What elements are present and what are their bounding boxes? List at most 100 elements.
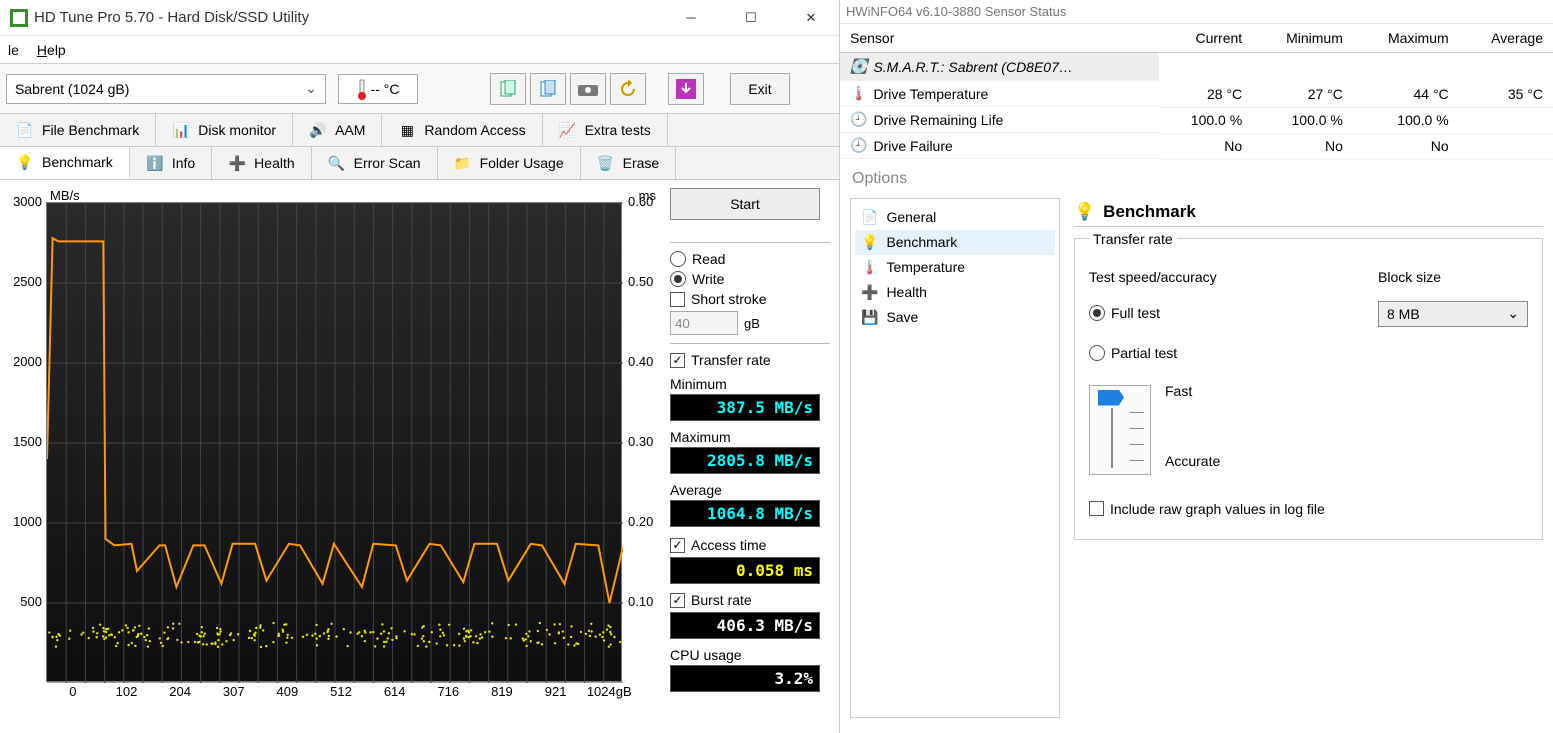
sensor-group[interactable]: 💽 S.M.A.R.T.: Sabrent (CD8E07…: [840, 53, 1553, 82]
x-axis: 01022043074095126147168199211024gB: [46, 684, 636, 708]
tab-random-access[interactable]: ▦Random Access: [382, 114, 542, 146]
thermometer-icon: 🌡️: [861, 259, 878, 276]
chevron-down-icon: ⌄: [1507, 305, 1519, 322]
tab-disk-monitor[interactable]: 📊Disk monitor: [156, 114, 293, 146]
screenshot-button[interactable]: [570, 73, 606, 105]
page-icon: 📄: [861, 209, 878, 226]
options-heading: Options: [840, 160, 1553, 198]
col-current[interactable]: Current: [1159, 24, 1253, 53]
fieldset-legend: Transfer rate: [1089, 231, 1177, 247]
transfer-rate-check[interactable]: Transfer rate: [670, 352, 830, 368]
copy-info-button[interactable]: [490, 73, 526, 105]
short-stroke-check[interactable]: Short stroke: [670, 291, 830, 307]
scan-icon: 🔍: [328, 154, 346, 172]
clock-icon: 🕘: [850, 111, 867, 128]
slider-fast-label: Fast: [1165, 383, 1220, 399]
avg-value: 1064.8 MB/s: [670, 500, 820, 527]
cpu-label: CPU usage: [670, 647, 830, 663]
tree-health[interactable]: ➕Health: [855, 280, 1055, 305]
toolbar: Sabrent (1024 gB) ⌄ -- °C Exit: [0, 64, 839, 114]
copy-screenshot-button[interactable]: [530, 73, 566, 105]
mode-write[interactable]: Write: [670, 271, 830, 287]
close-button[interactable]: ✕: [793, 3, 829, 33]
panel-title: Benchmark: [1103, 202, 1196, 222]
short-stroke-spin[interactable]: gB: [670, 311, 830, 335]
include-raw-check[interactable]: Include raw graph values in log file: [1089, 501, 1528, 517]
min-value: 387.5 MB/s: [670, 394, 820, 421]
minimize-button[interactable]: ─: [673, 3, 709, 33]
tree-temperature[interactable]: 🌡️Temperature: [855, 255, 1055, 280]
temperature-display: -- °C: [338, 74, 418, 104]
app-icon: [10, 9, 28, 27]
folder-icon: 📁: [454, 154, 472, 172]
burst-rate-check[interactable]: Burst rate: [670, 592, 830, 608]
row-drive-temperature[interactable]: 🌡️Drive Temperature 28 °C27 °C44 °C35 °C: [840, 81, 1553, 107]
burst-value: 406.3 MB/s: [670, 612, 820, 639]
exit-button[interactable]: Exit: [730, 73, 790, 105]
speaker-icon: 🔊: [309, 121, 327, 139]
transfer-rate-fieldset: Transfer rate Test speed/accuracy Full t…: [1074, 231, 1543, 540]
opt-full-test[interactable]: Full test: [1089, 305, 1338, 321]
trash-icon: 🗑️: [597, 154, 615, 172]
mode-read[interactable]: Read: [670, 251, 830, 267]
tab-health[interactable]: ➕Health: [212, 147, 311, 179]
tab-erase[interactable]: 🗑️Erase: [581, 147, 677, 179]
options-panel: 💡 Benchmark Transfer rate Test speed/accu…: [1074, 198, 1543, 718]
tab-aam[interactable]: 🔊AAM: [293, 114, 382, 146]
min-label: Minimum: [670, 376, 830, 392]
bulb-icon: 💡: [861, 234, 878, 251]
y-axis-right: 0.600.500.400.300.200.10: [624, 202, 666, 682]
y-left-unit: MB/s: [50, 188, 80, 203]
cpu-value: 3.2%: [670, 665, 820, 692]
tab-extra-tests[interactable]: 📈Extra tests: [543, 114, 668, 146]
access-value: 0.058 ms: [670, 557, 820, 584]
bulb-icon: 💡: [1074, 202, 1095, 222]
maximize-button[interactable]: ☐: [733, 3, 769, 33]
col-minimum[interactable]: Minimum: [1252, 24, 1353, 53]
tab-error-scan[interactable]: 🔍Error Scan: [312, 147, 438, 179]
menubar: le Help: [0, 36, 839, 64]
start-button[interactable]: Start: [670, 188, 820, 220]
menu-help[interactable]: Help: [37, 42, 66, 58]
row-drive-failure[interactable]: 🕘Drive Failure NoNoNo: [840, 133, 1553, 159]
max-value: 2805.8 MB/s: [670, 447, 820, 474]
opt-partial-test[interactable]: Partial test: [1089, 345, 1338, 361]
tab-folder-usage[interactable]: 📁Folder Usage: [438, 147, 581, 179]
tab-benchmark[interactable]: 💡Benchmark: [0, 147, 130, 179]
access-time-check[interactable]: Access time: [670, 537, 830, 553]
y-axis-left: 30002500200015001000500: [6, 202, 46, 682]
col-sensor[interactable]: Sensor: [840, 24, 1159, 53]
clock-icon: 🕘: [850, 137, 867, 154]
tab-file-benchmark[interactable]: 📄File Benchmark: [0, 114, 156, 146]
menu-file[interactable]: le: [8, 42, 19, 58]
drive-select[interactable]: Sabrent (1024 gB) ⌄: [6, 74, 326, 104]
save-icon: 💾: [861, 309, 878, 326]
tab-info[interactable]: ℹ️Info: [130, 147, 212, 179]
block-size-select[interactable]: 8 MB ⌄: [1378, 301, 1528, 327]
block-label: Block size: [1378, 269, 1528, 285]
drive-icon: 💽: [850, 58, 867, 75]
options-body: 📄General 💡Benchmark 🌡️Temperature ➕Healt…: [840, 198, 1553, 718]
avg-label: Average: [670, 482, 830, 498]
col-average[interactable]: Average: [1459, 24, 1553, 53]
save-button[interactable]: [668, 73, 704, 105]
refresh-button[interactable]: [610, 73, 646, 105]
benchmark-sidebar: Start Read Write Short stroke gB Transfe…: [670, 188, 830, 708]
speed-slider[interactable]: [1089, 385, 1151, 475]
drive-select-value: Sabrent (1024 gB): [15, 81, 129, 97]
random-icon: ▦: [398, 121, 416, 139]
col-maximum[interactable]: Maximum: [1353, 24, 1459, 53]
short-stroke-input[interactable]: [670, 311, 738, 335]
tree-general[interactable]: 📄General: [855, 205, 1055, 230]
sensor-table: Sensor Current Minimum Maximum Average 💽…: [840, 24, 1553, 160]
chevron-down-icon: ⌄: [305, 80, 317, 97]
health-icon: ➕: [861, 284, 878, 301]
tree-benchmark[interactable]: 💡Benchmark: [855, 230, 1055, 255]
plot-area: [46, 202, 622, 682]
tree-save[interactable]: 💾Save: [855, 305, 1055, 330]
bulb-icon: 💡: [16, 153, 34, 171]
row-remaining-life[interactable]: 🕘Drive Remaining Life 100.0 %100.0 %100.…: [840, 107, 1553, 133]
options-tree: 📄General 💡Benchmark 🌡️Temperature ➕Healt…: [850, 198, 1060, 718]
benchmark-pane: MB/s ms 30002500200015001000500 0.600.50…: [0, 180, 839, 708]
info-icon: ℹ️: [146, 154, 164, 172]
